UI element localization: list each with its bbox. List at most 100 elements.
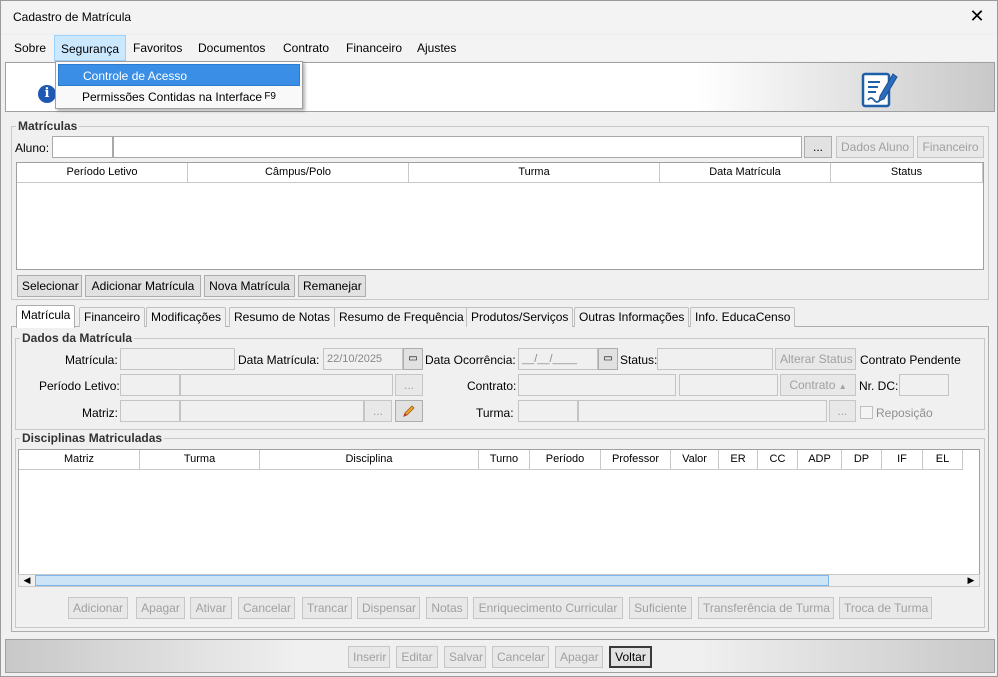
- column-header[interactable]: Data Matrícula: [660, 163, 831, 183]
- column-header[interactable]: Status: [831, 163, 983, 183]
- contrato-pendente-label: Contrato Pendente: [860, 353, 961, 367]
- apagar-footer-button[interactable]: Apagar: [555, 646, 603, 668]
- tab-modificacoes[interactable]: Modificações: [146, 307, 227, 327]
- inserir-button[interactable]: Inserir: [348, 646, 390, 668]
- nr-dc-input[interactable]: [899, 374, 949, 396]
- periodo-letivo-code-input[interactable]: [120, 374, 180, 396]
- tab-resumo-frequencia[interactable]: Resumo de Frequência: [334, 307, 469, 327]
- status-input[interactable]: [657, 348, 773, 370]
- matriz-code-input[interactable]: [120, 400, 180, 422]
- column-header[interactable]: IF: [882, 450, 923, 470]
- turma-search-button[interactable]: ...: [829, 400, 856, 422]
- aluno-code-input[interactable]: [52, 136, 113, 158]
- matriz-label: Matriz:: [82, 406, 118, 420]
- remanejar-button[interactable]: Remanejar: [298, 275, 366, 297]
- turma-name-input[interactable]: [578, 400, 827, 422]
- contrato-input[interactable]: [518, 374, 676, 396]
- column-header[interactable]: Turno: [479, 450, 530, 470]
- suficiente-button[interactable]: Suficiente: [629, 597, 692, 619]
- group-title: Matrículas: [16, 119, 80, 133]
- salvar-button[interactable]: Salvar: [444, 646, 486, 668]
- tab-outras-informacoes[interactable]: Outras Informações: [574, 307, 690, 327]
- ativar-button[interactable]: Ativar: [190, 597, 232, 619]
- column-header[interactable]: EL: [923, 450, 963, 470]
- matriculas-table[interactable]: Período Letivo Câmpus/Polo Turma Data Ma…: [16, 162, 984, 270]
- close-icon[interactable]: ✕: [965, 6, 989, 26]
- column-header[interactable]: Turma: [140, 450, 260, 470]
- column-header[interactable]: CC: [758, 450, 798, 470]
- apagar-button[interactable]: Apagar: [136, 597, 185, 619]
- column-header[interactable]: Disciplina: [260, 450, 479, 470]
- scroll-right-icon[interactable]: ▶: [964, 574, 978, 586]
- scrollbar-thumb[interactable]: [35, 575, 829, 586]
- column-header[interactable]: Valor: [671, 450, 719, 470]
- periodo-letivo-name-input[interactable]: [180, 374, 393, 396]
- nova-matricula-button[interactable]: Nova Matrícula: [204, 275, 295, 297]
- dispensar-button[interactable]: Dispensar: [357, 597, 420, 619]
- data-ocorrencia-input[interactable]: __/__/____: [518, 348, 598, 370]
- calendar-icon[interactable]: ▭: [403, 348, 423, 370]
- chevron-up-icon: ▲: [838, 382, 847, 391]
- tab-produtos-servicos[interactable]: Produtos/Serviços: [466, 307, 574, 327]
- menu-ajustes[interactable]: Ajustes: [411, 35, 462, 61]
- menu-favoritos[interactable]: Favoritos: [127, 35, 188, 61]
- aluno-name-input[interactable]: [113, 136, 802, 158]
- cancelar-button[interactable]: Cancelar: [238, 597, 295, 619]
- menu-item-permissoes[interactable]: Permissões Contidas na Interface F9: [58, 86, 300, 108]
- column-header[interactable]: Período Letivo: [17, 163, 188, 183]
- periodo-letivo-search-button[interactable]: ...: [395, 374, 423, 396]
- menu-item-label: Controle de Acesso: [83, 69, 188, 83]
- alterar-status-button[interactable]: Alterar Status: [775, 348, 856, 370]
- contrato-button[interactable]: Contrato ▲: [780, 374, 856, 396]
- calendar-icon[interactable]: ▭: [598, 348, 618, 370]
- menu-financeiro[interactable]: Financeiro: [340, 35, 408, 61]
- shortcut-label: F9: [264, 91, 276, 102]
- tab-matricula[interactable]: Matrícula: [16, 305, 76, 328]
- enriquecimento-curricular-button[interactable]: Enriquecimento Curricular: [473, 597, 623, 619]
- menu-item-controle-acesso[interactable]: Controle de Acesso: [58, 64, 300, 86]
- trancar-button[interactable]: Trancar: [302, 597, 352, 619]
- troca-turma-button[interactable]: Troca de Turma: [839, 597, 932, 619]
- column-header[interactable]: Período: [530, 450, 601, 470]
- editar-button[interactable]: Editar: [396, 646, 438, 668]
- turma-code-input[interactable]: [518, 400, 578, 422]
- selecionar-button[interactable]: Selecionar: [17, 275, 82, 297]
- scroll-left-icon[interactable]: ◀: [20, 574, 34, 586]
- menu-documentos[interactable]: Documentos: [192, 35, 271, 61]
- tab-info-educacenso[interactable]: Info. EducaCenso: [690, 307, 796, 327]
- notas-button[interactable]: Notas: [426, 597, 468, 619]
- adicionar-button[interactable]: Adicionar: [68, 597, 128, 619]
- title-bar: Cadastro de Matrícula ✕: [1, 1, 997, 33]
- dados-aluno-button[interactable]: Dados Aluno: [836, 136, 914, 158]
- financeiro-button[interactable]: Financeiro: [917, 136, 984, 158]
- transferencia-turma-button[interactable]: Transferência de Turma: [698, 597, 834, 619]
- pencil-icon[interactable]: [395, 400, 423, 422]
- column-header[interactable]: Professor: [601, 450, 671, 470]
- status-label: Status:: [620, 353, 658, 367]
- voltar-button[interactable]: Voltar: [609, 646, 652, 668]
- menu-sobre[interactable]: Sobre: [8, 35, 52, 61]
- tab-resumo-notas[interactable]: Resumo de Notas: [229, 307, 336, 327]
- reposicao-checkbox[interactable]: [860, 406, 873, 419]
- column-header[interactable]: ADP: [798, 450, 842, 470]
- column-header[interactable]: Turma: [409, 163, 660, 183]
- column-header[interactable]: DP: [842, 450, 882, 470]
- tab-financeiro[interactable]: Financeiro: [79, 307, 146, 327]
- menu-seguranca[interactable]: Segurança: [54, 35, 127, 61]
- column-header[interactable]: Câmpus/Polo: [188, 163, 409, 183]
- disciplinas-table[interactable]: Matriz Turma Disciplina Turno Período Pr…: [18, 449, 980, 575]
- matriz-search-button[interactable]: ...: [364, 400, 392, 422]
- periodo-letivo-label: Período Letivo:: [39, 379, 120, 393]
- aluno-search-button[interactable]: ...: [804, 136, 832, 158]
- menu-contrato[interactable]: Contrato: [277, 35, 335, 61]
- column-header[interactable]: Matriz: [19, 450, 140, 470]
- cancelar-footer-button[interactable]: Cancelar: [492, 646, 549, 668]
- horizontal-scrollbar[interactable]: ◀ ▶: [18, 574, 980, 587]
- group-title: Dados da Matrícula: [20, 331, 135, 345]
- matriz-name-input[interactable]: [180, 400, 364, 422]
- adicionar-matricula-button[interactable]: Adicionar Matrícula: [85, 275, 201, 297]
- matricula-input[interactable]: [120, 348, 235, 370]
- column-header[interactable]: ER: [719, 450, 758, 470]
- contrato-extra-input[interactable]: [679, 374, 778, 396]
- data-matricula-input[interactable]: 22/10/2025: [323, 348, 403, 370]
